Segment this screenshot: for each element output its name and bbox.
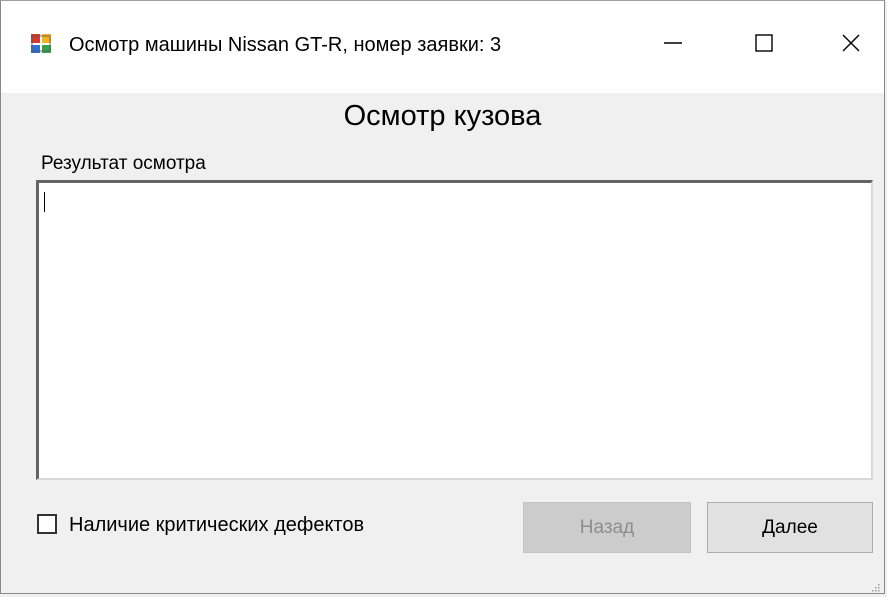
result-textarea[interactable] xyxy=(36,180,873,480)
window-title: Осмотр машины Nissan GT-R, номер заявки:… xyxy=(69,34,502,56)
text-caret xyxy=(44,192,45,212)
maximize-icon xyxy=(754,33,774,58)
back-button[interactable]: Назад xyxy=(523,502,691,553)
minimize-icon xyxy=(663,33,683,58)
title-bar[interactable]: Осмотр машины Nissan GT-R, номер заявки:… xyxy=(1,1,884,93)
app-form-icon xyxy=(31,34,53,54)
minimize-button[interactable] xyxy=(643,23,703,67)
critical-defects-checkbox[interactable] xyxy=(37,514,57,534)
resize-grip-icon[interactable] xyxy=(870,579,880,592)
close-icon xyxy=(841,33,861,58)
form-heading: Осмотр кузова xyxy=(343,100,542,132)
inspection-window: Осмотр машины Nissan GT-R, номер заявки:… xyxy=(0,0,885,594)
maximize-button[interactable] xyxy=(734,23,794,67)
close-button[interactable] xyxy=(821,23,881,67)
critical-defects-label[interactable]: Наличие критических дефектов xyxy=(69,513,364,537)
result-label: Результат осмотра xyxy=(41,153,206,174)
next-button[interactable]: Далее xyxy=(707,502,873,553)
